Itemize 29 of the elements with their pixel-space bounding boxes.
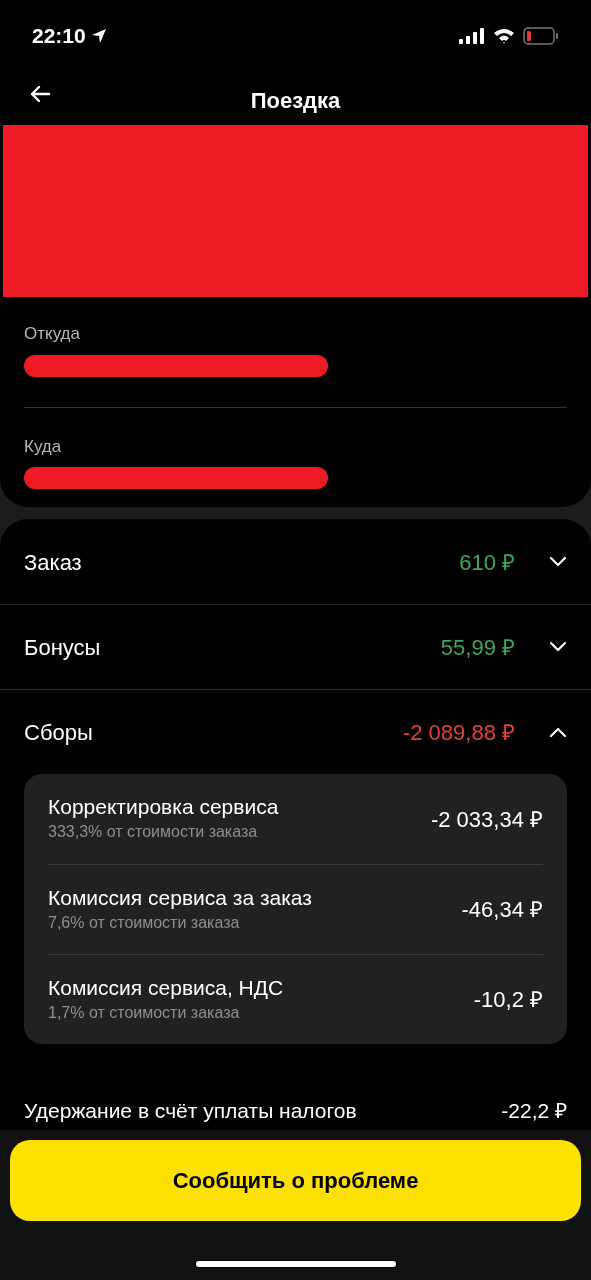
fee-note: 333,3% от стоимости заказа [48,822,259,842]
route-label: Откуда [24,323,81,345]
battery-icon [523,27,559,45]
fee-title: Корректировка сервиса [48,794,280,820]
back-arrow-icon[interactable] [29,85,51,103]
tax-amount: -22,2 ₽ [501,1097,567,1124]
route-label: Куда [24,435,63,458]
report-problem-button[interactable]: Сообщить о проблеме [10,1140,581,1221]
wifi-icon [493,28,515,44]
section-amount: 610 ₽ [459,548,515,577]
section-label: Сборы [24,718,94,747]
section-row[interactable]: Сборы -2 089,88 ₽ [0,690,591,774]
fee-title: Комиссия сервиса за заказ [48,884,313,911]
section-amount: 55,99 ₽ [440,633,515,662]
fee-note: 7,6% от стоимости заказа [48,912,241,933]
section-label: Заказ [24,548,83,577]
section-row[interactable]: Бонусы 55,99 ₽ [0,605,591,689]
status-time: 22:10 [32,23,86,50]
fee-amount: -46,34 ₽ [461,896,543,924]
section-label: Бонусы [24,633,102,662]
fee-note: 1,7% от стоимости заказа [48,1002,241,1023]
section-row[interactable]: Заказ 610 ₽ [0,520,591,604]
fee-amount: -2 033,34 ₽ [430,805,543,834]
section-amount: -2 089,88 ₽ [402,718,515,747]
screen-title: Поездка [250,87,341,115]
tax-label: Удержание в счёт уплаты налогов [24,1097,358,1124]
fee-amount: -10,2 ₽ [473,986,543,1014]
fee-title: Комиссия сервиса, НДС [48,974,285,1001]
signal-icon [459,28,485,44]
